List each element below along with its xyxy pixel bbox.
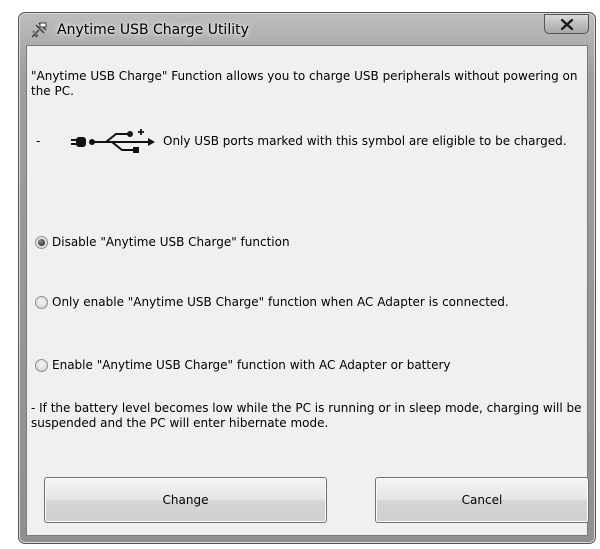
usb-charge-symbol-icon [68,129,158,159]
radio-ac-only-option[interactable]: Only enable "Anytime USB Charge" functio… [35,294,509,310]
radio-label: Enable "Anytime USB Charge" function wit… [52,358,451,372]
close-button[interactable] [544,14,589,34]
cancel-button[interactable]: Cancel [375,477,589,523]
title-bar[interactable]: Anytime USB Charge Utility [19,13,595,45]
close-icon [561,19,573,30]
usb-charge-icon [30,21,48,39]
radio-ac-or-battery-option[interactable]: Enable "Anytime USB Charge" function wit… [35,357,451,373]
window-title: Anytime USB Charge Utility [57,22,249,38]
radio-button[interactable] [35,358,48,372]
radio-label: Only enable "Anytime USB Charge" functio… [52,295,509,309]
radio-label: Disable "Anytime USB Charge" function [52,235,290,249]
dialog-content: "Anytime USB Charge" Function allows you… [26,45,589,536]
radio-button[interactable] [35,295,48,309]
battery-note-text: - If the battery level becomes low while… [31,401,582,430]
change-button[interactable]: Change [44,477,327,523]
dialog-window: Anytime USB Charge Utility "Anytime USB … [18,12,596,544]
radio-button-checked[interactable] [35,235,48,249]
intro-text: "Anytime USB Charge" Function allows you… [31,69,578,98]
radio-disable-option[interactable]: Disable "Anytime USB Charge" function [35,234,290,250]
usb-note-text: Only USB ports marked with this symbol a… [163,134,567,148]
usb-note-bullet: - [36,134,41,148]
